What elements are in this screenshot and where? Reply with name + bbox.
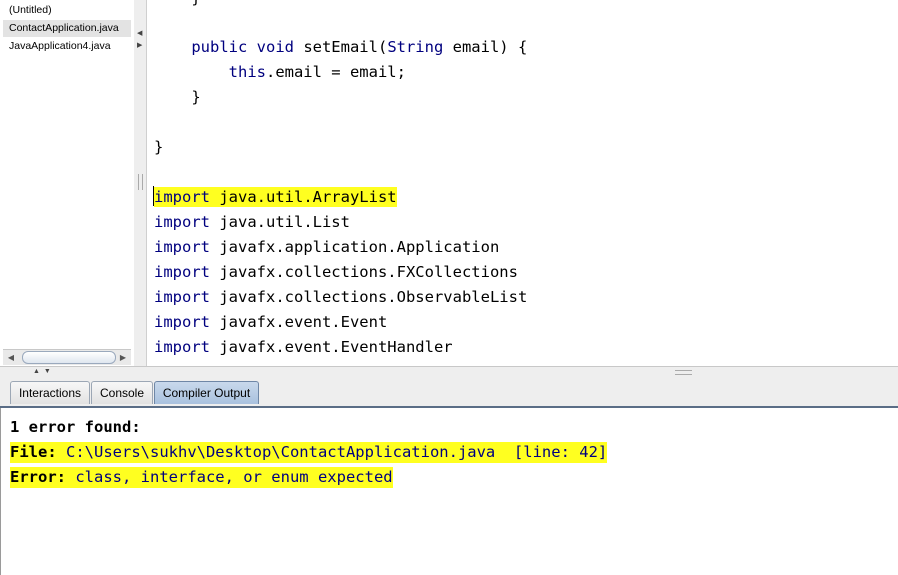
error-message: class, interface, or enum expected — [66, 468, 393, 486]
file-item-untitled[interactable]: (Untitled) — [3, 2, 131, 19]
compiler-output-pane[interactable]: 1 error found: File: C:\Users\sukhv\Desk… — [0, 408, 898, 575]
code-line: import javafx.event.EventHandler — [154, 338, 453, 356]
code-line-error-highlight: import java.util.ArrayList — [154, 187, 397, 207]
file-list-horizontal-scrollbar[interactable]: ◀ ▶ — [3, 349, 131, 365]
error-file-line[interactable]: File: C:\Users\sukhv\Desktop\ContactAppl… — [10, 442, 608, 463]
error-label: Error: — [10, 468, 66, 486]
text-caret — [153, 186, 154, 206]
file-item-javaapplication4[interactable]: JavaApplication4.java — [3, 38, 131, 55]
code-line: public void setEmail(String email) { — [154, 38, 528, 56]
scrollbar-thumb[interactable] — [22, 351, 116, 364]
code-line: } — [154, 138, 164, 156]
scroll-right-icon[interactable]: ▶ — [117, 351, 129, 364]
tab-console[interactable]: Console — [91, 381, 153, 404]
tab-interactions[interactable]: Interactions — [10, 381, 90, 404]
code-line: } — [154, 88, 201, 106]
collapse-arrows-icon[interactable]: ▲▼ — [33, 368, 55, 375]
tab-compiler-output[interactable]: Compiler Output — [154, 381, 259, 404]
code-line: import java.util.List — [154, 213, 350, 231]
code-line: import javafx.collections.ObservableList — [154, 288, 528, 306]
expand-right-icon[interactable]: ▶ — [137, 42, 142, 50]
open-files-list[interactable]: (Untitled) ContactApplication.java JavaA… — [0, 0, 135, 366]
error-summary: 1 error found: — [10, 418, 141, 436]
code-line: this.email = email; — [154, 63, 406, 81]
code-line: import javafx.collections.FXCollections — [154, 263, 518, 281]
file-item-contactapplication[interactable]: ContactApplication.java — [3, 20, 131, 37]
file-label: File: — [10, 443, 57, 461]
collapse-left-icon[interactable]: ◀ — [137, 30, 142, 38]
code-editor[interactable]: } public void setEmail(String email) { t… — [147, 0, 898, 366]
file-path: C:\Users\sukhv\Desktop\ContactApplicatio… — [56, 443, 608, 461]
error-message-line[interactable]: Error: class, interface, or enum expecte… — [10, 467, 393, 488]
splitter-grip-icon — [675, 370, 692, 375]
code-line: import javafx.event.Event — [154, 313, 388, 331]
splitter-grip-icon — [138, 174, 143, 190]
code-line: import javafx.application.Application — [154, 238, 500, 256]
scroll-left-icon[interactable]: ◀ — [5, 351, 17, 364]
code-line: } — [154, 0, 200, 8]
bottom-pane-tabs: Interactions Console Compiler Output — [0, 378, 898, 408]
